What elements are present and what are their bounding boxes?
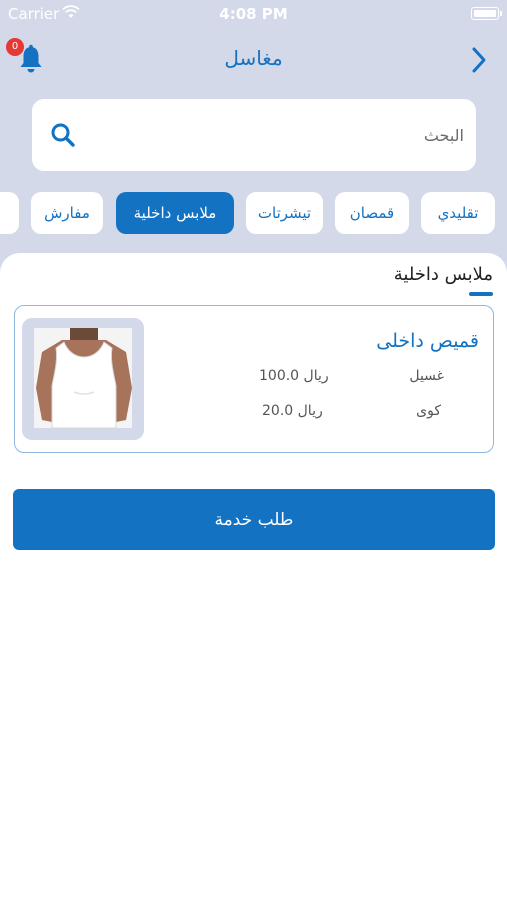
battery-tip-icon bbox=[500, 11, 502, 16]
product-card[interactable]: قميص داخلى غسيل 100.0 ريال كوى 20.0 ريال bbox=[14, 305, 494, 453]
category-chip-underwear[interactable]: ملابس داخلية bbox=[116, 192, 234, 234]
section-underline bbox=[469, 292, 493, 296]
service-iron-price: 20.0 ريال bbox=[262, 403, 323, 419]
chip-label: قمصان bbox=[349, 204, 395, 222]
category-chip-bedding[interactable]: مفارش bbox=[31, 192, 103, 234]
order-service-button[interactable]: طلب خدمة bbox=[13, 489, 495, 550]
order-service-label: طلب خدمة bbox=[214, 509, 294, 530]
category-chip-partial[interactable] bbox=[0, 192, 19, 234]
undershirt-photo bbox=[34, 328, 132, 429]
battery-icon bbox=[471, 7, 499, 20]
service-iron-label: كوى bbox=[416, 403, 441, 419]
chip-label: ملابس داخلية bbox=[133, 204, 217, 222]
section-title: ملابس داخلية bbox=[393, 264, 493, 285]
chevron-right-icon[interactable] bbox=[469, 46, 489, 74]
search-input[interactable] bbox=[104, 99, 464, 171]
search-box bbox=[32, 99, 476, 171]
status-time: 4:08 PM bbox=[219, 5, 288, 23]
category-chip-shirts[interactable]: قمصان bbox=[335, 192, 409, 234]
chip-label: مفارش bbox=[44, 204, 90, 222]
search-icon[interactable] bbox=[50, 122, 76, 148]
notification-badge: 0 bbox=[6, 38, 24, 56]
product-name: قميص داخلى bbox=[376, 330, 479, 352]
service-wash-label: غسيل bbox=[409, 368, 444, 384]
service-wash-price: 100.0 ريال bbox=[259, 368, 329, 384]
category-chip-traditional[interactable]: تقليدي bbox=[421, 192, 495, 234]
category-chip-tshirts[interactable]: تيشرتات bbox=[246, 192, 323, 234]
status-bar: Carrier 4:08 PM bbox=[0, 0, 507, 28]
product-image bbox=[22, 318, 144, 440]
page-title: مغاسل bbox=[224, 46, 283, 70]
chip-label: تقليدي bbox=[437, 204, 479, 222]
chip-label: تيشرتات bbox=[257, 204, 312, 222]
